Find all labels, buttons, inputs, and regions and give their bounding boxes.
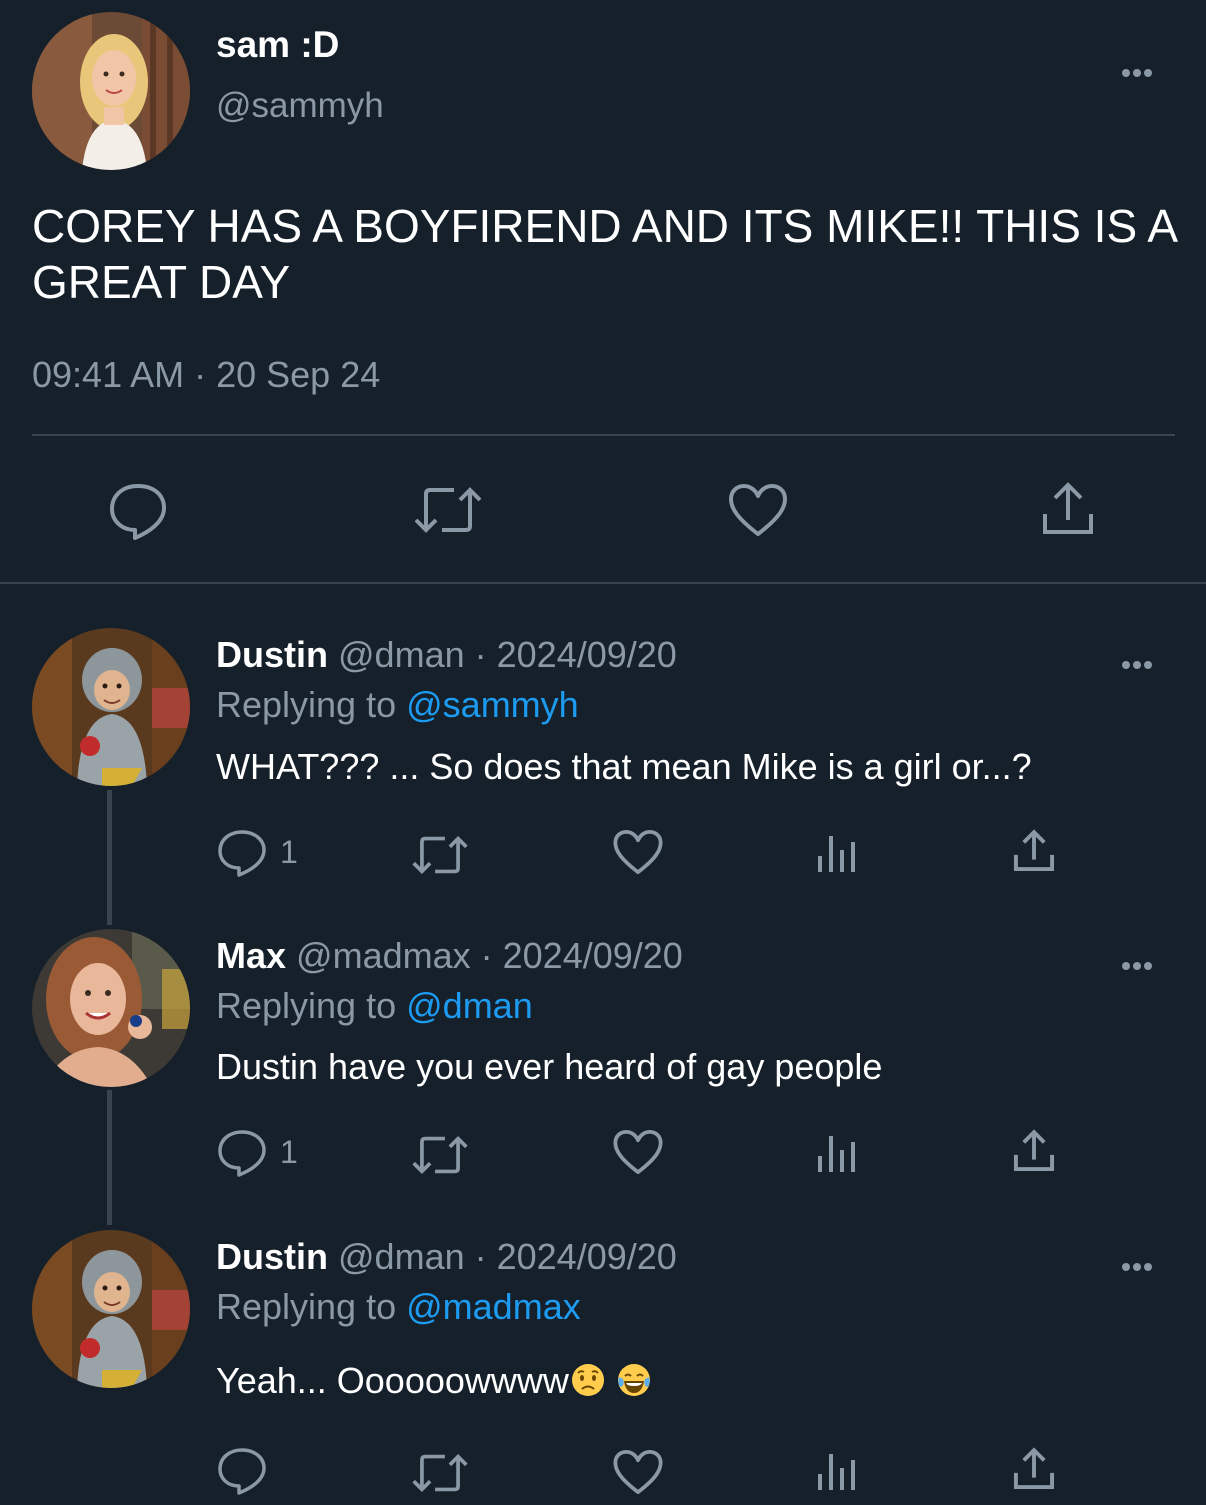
- replying-to: Replying to @sammyh: [216, 684, 579, 726]
- tweet-text: COREY HAS A BOYFIREND AND ITS MIKE!! THI…: [32, 200, 1176, 308]
- reply-text: WHAT??? ... So does that mean Mike is a …: [216, 746, 1032, 787]
- replying-to: Replying to @madmax: [216, 1286, 581, 1328]
- mention-link[interactable]: @dman: [406, 985, 533, 1026]
- more-options-icon[interactable]: [1122, 650, 1155, 670]
- reply-handle-date[interactable]: @dman · 2024/09/20: [338, 634, 677, 675]
- reply-count: 1: [280, 834, 298, 870]
- reply-display-name[interactable]: Dustin: [216, 634, 328, 675]
- more-options-icon[interactable]: [1122, 1252, 1155, 1272]
- mention-link[interactable]: @sammyh: [406, 684, 579, 725]
- like-icon[interactable]: [612, 1448, 664, 1496]
- reply-display-name[interactable]: Dustin: [216, 1236, 328, 1277]
- replying-label: Replying to: [216, 684, 397, 725]
- reply-count: 1: [280, 1134, 298, 1170]
- tweet-timestamp[interactable]: 09:41 AM · 20 Sep 24: [32, 354, 380, 396]
- thread-line: [107, 1090, 112, 1225]
- reply-icon[interactable]: [216, 1128, 268, 1178]
- retweet-icon[interactable]: [410, 1132, 470, 1178]
- share-icon[interactable]: [1040, 480, 1096, 538]
- reply-text-row: Yeah... Oooooowwww: [216, 1360, 651, 1402]
- views-icon[interactable]: [815, 1132, 859, 1174]
- replying-label: Replying to: [216, 985, 397, 1026]
- divider: [32, 434, 1175, 436]
- views-icon[interactable]: [815, 1450, 859, 1492]
- retweet-icon[interactable]: [410, 1450, 470, 1496]
- reply-handle-date[interactable]: @dman · 2024/09/20: [338, 1236, 677, 1277]
- like-icon[interactable]: [727, 482, 789, 538]
- share-icon[interactable]: [1012, 1446, 1056, 1492]
- worried-face-emoji: [571, 1364, 604, 1396]
- author-display-name[interactable]: sam :D: [216, 24, 339, 66]
- tears-of-joy-emoji: [617, 1364, 650, 1396]
- retweet-icon[interactable]: [412, 482, 484, 538]
- thread-line: [107, 790, 112, 925]
- reply-header: Dustin @dman · 2024/09/20: [216, 634, 677, 676]
- more-options-icon[interactable]: [1122, 58, 1155, 78]
- share-icon[interactable]: [1012, 828, 1056, 874]
- share-icon[interactable]: [1012, 1128, 1056, 1174]
- divider: [0, 582, 1206, 584]
- replying-to: Replying to @dman: [216, 985, 533, 1027]
- reply-text: Yeah... Oooooowwww: [216, 1360, 569, 1401]
- avatar-dman[interactable]: [32, 1230, 190, 1388]
- reply-handle-date[interactable]: @madmax · 2024/09/20: [296, 935, 683, 976]
- reply-header: Max @madmax · 2024/09/20: [216, 935, 683, 977]
- avatar-dman[interactable]: [32, 628, 190, 786]
- reply-display-name[interactable]: Max: [216, 935, 286, 976]
- reply-header: Dustin @dman · 2024/09/20: [216, 1236, 677, 1278]
- reply-icon[interactable]: [216, 828, 268, 878]
- author-handle[interactable]: @sammyh: [216, 86, 384, 126]
- reply-text: Dustin have you ever heard of gay people: [216, 1046, 883, 1087]
- replying-label: Replying to: [216, 1286, 397, 1327]
- reply-icon[interactable]: [216, 1446, 268, 1496]
- more-options-icon[interactable]: [1122, 951, 1155, 971]
- like-icon[interactable]: [612, 1128, 664, 1176]
- avatar-sammyh[interactable]: [32, 12, 190, 170]
- retweet-icon[interactable]: [410, 832, 470, 878]
- views-icon[interactable]: [815, 832, 859, 874]
- mention-link[interactable]: @madmax: [406, 1286, 581, 1327]
- avatar-madmax[interactable]: [32, 929, 190, 1087]
- like-icon[interactable]: [612, 828, 664, 876]
- reply-icon[interactable]: [107, 480, 169, 540]
